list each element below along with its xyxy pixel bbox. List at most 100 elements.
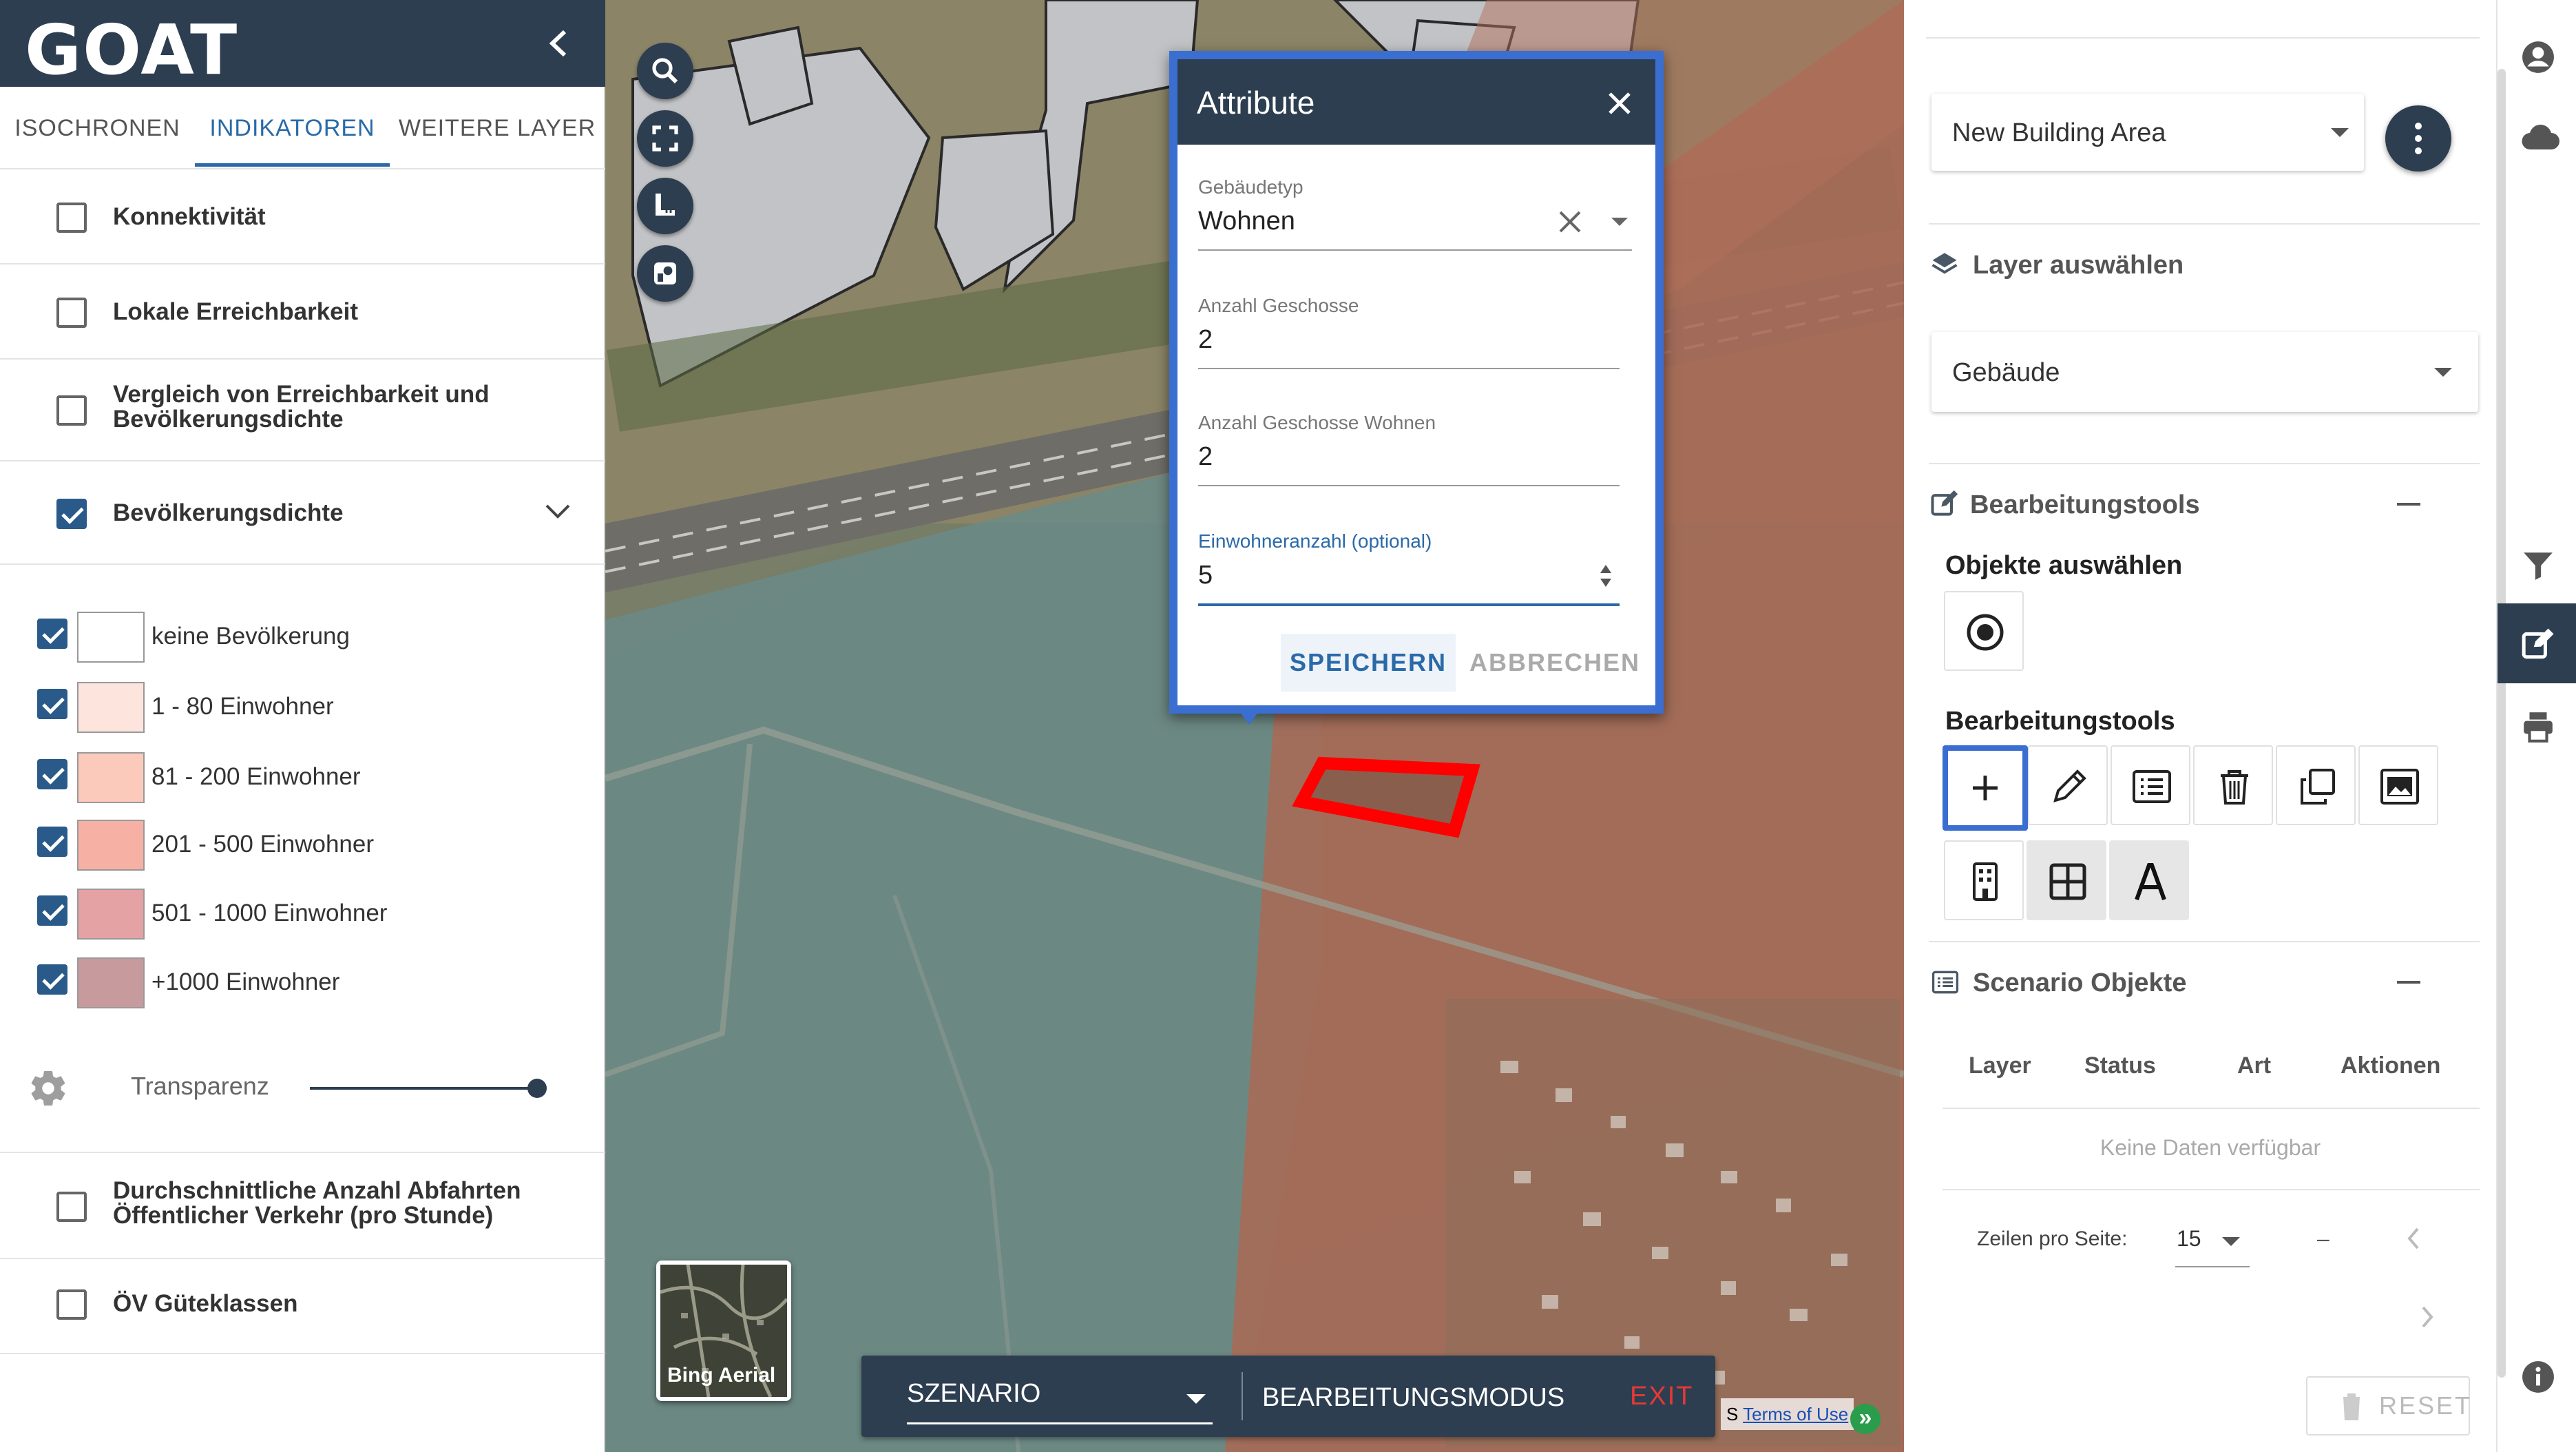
- radio-target-icon: [1967, 614, 2004, 651]
- collapse-section-icon[interactable]: [2397, 981, 2420, 984]
- cancel-button[interactable]: ABBRECHEN: [1469, 634, 1639, 692]
- select-object-tool[interactable]: [1944, 591, 2024, 671]
- legend-swatch-3: [77, 820, 145, 871]
- scenario-select[interactable]: SZENARIO: [907, 1369, 1213, 1424]
- cloud-button[interactable]: [2498, 96, 2576, 176]
- indicator-abfahrten[interactable]: Durchschnittliche Anzahl Abfahrten Öffen…: [0, 1152, 605, 1259]
- filter-button[interactable]: [2498, 525, 2576, 605]
- map-measure-button[interactable]: [637, 178, 693, 234]
- caret-down-icon: [2434, 368, 2452, 377]
- legend-checkbox[interactable]: [37, 759, 67, 789]
- tab-weitere-layer[interactable]: WEITERE LAYER: [394, 87, 600, 169]
- caret-down-icon[interactable]: [2222, 1237, 2240, 1246]
- legend-label: 1 - 80 Einwohner: [151, 693, 334, 720]
- reset-label: RESET: [2379, 1391, 2473, 1420]
- legend-checkbox[interactable]: [37, 619, 67, 649]
- legend-swatch-1: [77, 682, 145, 733]
- basemap-switcher[interactable]: Bing Aerial: [656, 1261, 791, 1401]
- lokale-erreichbarkeit-checkbox[interactable]: [56, 298, 87, 328]
- legend-checkbox[interactable]: [37, 689, 67, 719]
- building-entrance-tool[interactable]: [1944, 840, 2024, 920]
- abfahrten-checkbox[interactable]: [56, 1192, 87, 1222]
- delete-tool[interactable]: [2193, 745, 2273, 825]
- tools-section-title: Bearbeitungstools: [1970, 490, 2200, 519]
- chevron-down-icon[interactable]: [544, 503, 572, 521]
- upload-tool[interactable]: [2358, 745, 2438, 825]
- legend-label: 201 - 500 Einwohner: [151, 831, 374, 858]
- indicator-vergleich[interactable]: Vergleich von Erreichbarkeit und Bevölke…: [0, 360, 605, 461]
- indicator-oev-gueteklassen[interactable]: ÖV Güteklassen: [0, 1259, 605, 1354]
- collapse-section-icon[interactable]: [2397, 503, 2420, 506]
- table-header-layer[interactable]: Layer: [1969, 1052, 2031, 1079]
- layer-select[interactable]: Gebäude: [1931, 332, 2478, 412]
- caret-down-icon[interactable]: [1611, 218, 1628, 226]
- tab-indikatoren[interactable]: INDIKATOREN: [195, 87, 390, 169]
- more-options-button[interactable]: [2385, 105, 2451, 172]
- reset-button[interactable]: RESET: [2306, 1376, 2470, 1435]
- attribute-tool[interactable]: [2111, 745, 2190, 825]
- geschosse-label: Anzahl Geschosse: [1198, 295, 1359, 316]
- close-icon[interactable]: [1606, 90, 1633, 117]
- exit-button[interactable]: EXIT: [1630, 1382, 1693, 1411]
- transparency-slider[interactable]: [310, 1087, 537, 1090]
- copy-tool[interactable]: [2276, 745, 2356, 825]
- terms-of-use-link[interactable]: Terms of Use: [1743, 1404, 1848, 1424]
- edit-button[interactable]: [2498, 603, 2576, 683]
- chevron-left-icon[interactable]: [2405, 1226, 2422, 1251]
- gear-icon[interactable]: [28, 1068, 69, 1109]
- bevoelkerungsdichte-label: Bevölkerungsdichte: [113, 499, 344, 526]
- konnektivitaet-checkbox[interactable]: [56, 203, 87, 233]
- table-header-status[interactable]: Status: [2084, 1052, 2156, 1079]
- map-layers-button[interactable]: [637, 245, 693, 302]
- print-button[interactable]: [2498, 686, 2576, 766]
- legend-swatch-4: [77, 889, 145, 940]
- gebaeudetyp-value: Wohnen: [1198, 207, 1295, 236]
- label-tool[interactable]: [2109, 840, 2189, 920]
- map-fullscreen-button[interactable]: [637, 110, 693, 167]
- lokale-erreichbarkeit-label: Lokale Erreichbarkeit: [113, 298, 358, 325]
- collapse-panel-icon[interactable]: [544, 26, 574, 61]
- einwohner-value: 5: [1198, 561, 1213, 590]
- copy-icon: [2301, 769, 2335, 805]
- scenario-name-select[interactable]: New Building Area: [1931, 94, 2364, 171]
- tab-isochronen[interactable]: ISOCHRONEN: [0, 87, 195, 169]
- number-stepper-icon[interactable]: [1598, 562, 1614, 590]
- oev-gueteklassen-checkbox[interactable]: [56, 1289, 87, 1320]
- transparency-label: Transparenz: [131, 1072, 269, 1100]
- clear-icon[interactable]: [1558, 209, 1582, 234]
- divider: [1929, 941, 2480, 942]
- modify-tool[interactable]: [2028, 745, 2108, 825]
- scenario-select-value: SZENARIO: [907, 1379, 1041, 1408]
- legend-checkbox[interactable]: [37, 964, 67, 995]
- save-button[interactable]: SPEICHERN: [1281, 634, 1456, 692]
- info-button[interactable]: [2498, 1336, 2576, 1416]
- einwohner-label: Einwohneranzahl (optional): [1198, 530, 1432, 552]
- attribute-dialog: Attribute Gebäudetyp Wohnen Anzahl Gesch…: [1169, 51, 1664, 714]
- field-underline: [2175, 1266, 2250, 1267]
- chevron-right-icon[interactable]: [2419, 1305, 2436, 1329]
- vergleich-checkbox[interactable]: [56, 395, 87, 426]
- dialog-title: Attribute: [1197, 85, 1315, 121]
- attribution-expand-icon[interactable]: »: [1850, 1404, 1881, 1434]
- filter-icon: [2524, 552, 2553, 580]
- rows-per-page-value[interactable]: 15: [2177, 1226, 2201, 1252]
- map-search-button[interactable]: [637, 43, 693, 99]
- draw-tool[interactable]: [1943, 745, 2028, 831]
- indicator-bevoelkerungsdichte[interactable]: Bevölkerungsdichte: [0, 461, 605, 565]
- account-button[interactable]: [2498, 17, 2576, 96]
- table-header-art[interactable]: Art: [2237, 1052, 2271, 1079]
- indicator-konnektivitaet[interactable]: Konnektivität: [0, 169, 605, 265]
- bevoelkerungsdichte-checkbox[interactable]: [56, 499, 87, 529]
- vergleich-label-line2: Bevölkerungsdichte: [113, 406, 344, 433]
- geschosse-wohnen-label: Anzahl Geschosse Wohnen: [1198, 412, 1436, 433]
- legend-checkbox[interactable]: [37, 895, 67, 926]
- legend-checkbox[interactable]: [37, 827, 67, 857]
- table-header-aktionen[interactable]: Aktionen: [2341, 1052, 2440, 1079]
- legend-item: 81 - 200 Einwohner: [0, 744, 605, 811]
- indicator-lokale-erreichbarkeit[interactable]: Lokale Erreichbarkeit: [0, 265, 605, 360]
- abfahrten-label-line2: Öffentlicher Verkehr (pro Stunde): [113, 1202, 494, 1229]
- transparency-slider-handle[interactable]: [527, 1079, 547, 1098]
- edit-note-icon: [2522, 628, 2554, 659]
- list-icon: [2133, 770, 2171, 803]
- grid-tool[interactable]: [2027, 840, 2106, 920]
